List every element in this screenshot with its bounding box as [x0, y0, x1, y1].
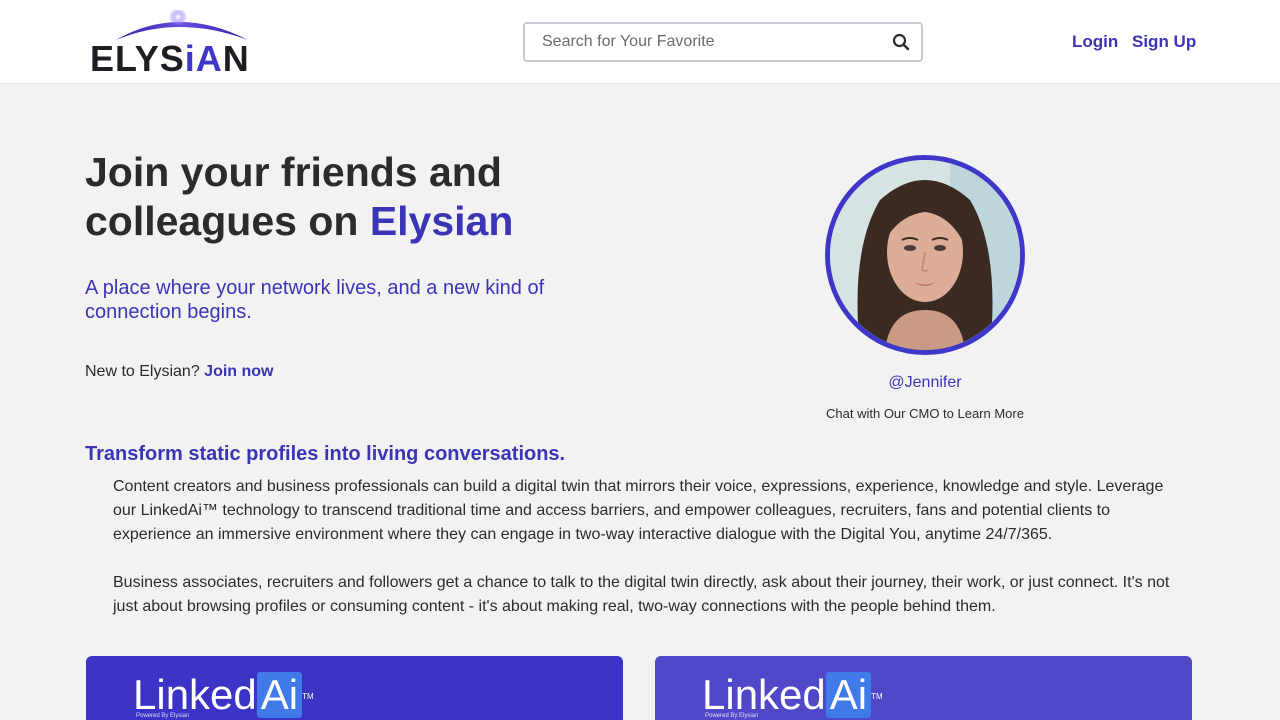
linkedai-card-2[interactable]: LinkedAi TM Powered By Elysian: [655, 656, 1192, 720]
join-prompt: New to Elysian? Join now: [85, 363, 274, 381]
powered-by-text: Powered By Elysian: [136, 713, 190, 719]
search-icon[interactable]: [889, 30, 913, 54]
logo-text-ia: iA: [184, 38, 223, 79]
elysian-logo[interactable]: ELYSiAN: [88, 10, 272, 79]
section-paragraph-2: Business associates, recruiters and foll…: [113, 574, 1170, 615]
linkedai-logo-ai: Ai: [825, 672, 872, 718]
top-header: ELYSiAN Login Sign Up: [0, 0, 1280, 84]
logo-text-start: ELYS: [90, 38, 185, 79]
section-paragraph-1: Content creators and business profession…: [113, 478, 1164, 543]
login-link[interactable]: Login: [1072, 32, 1118, 52]
powered-by-text: Powered By Elysian: [705, 713, 759, 719]
hero-title: Join your friends and colleagues on Elys…: [85, 148, 605, 246]
portrait-image: [830, 160, 1020, 350]
linkedai-logo: LinkedAi TM: [702, 672, 883, 718]
profile-handle[interactable]: @Jennifer: [825, 374, 1025, 392]
linkedai-card-1[interactable]: LinkedAi TM Powered By Elysian: [86, 656, 623, 720]
linkedai-logo-text: Linked: [133, 671, 257, 718]
logo-wordmark: ELYSiAN: [90, 38, 250, 80]
linkedai-logo-ai: Ai: [256, 672, 303, 718]
join-now-link[interactable]: Join now: [204, 363, 273, 380]
linkedai-logo: LinkedAi TM: [133, 672, 314, 718]
search-input[interactable]: [525, 24, 885, 60]
sign-up-link[interactable]: Sign Up: [1132, 32, 1196, 52]
hero-title-line2: colleagues on: [85, 198, 370, 244]
hero-title-line1: Join your friends and: [85, 149, 502, 195]
profile-caption: Chat with Our CMO to Learn More: [826, 406, 1024, 421]
join-prompt-text: New to Elysian?: [85, 363, 205, 380]
section-title: Transform static profiles into living co…: [85, 443, 566, 465]
logo-text-end: N: [222, 38, 250, 79]
trademark-mark: TM: [302, 692, 314, 701]
hero-subtitle: A place where your network lives, and a …: [85, 277, 545, 323]
cmo-avatar[interactable]: [825, 155, 1025, 355]
trademark-mark: TM: [871, 692, 883, 701]
linkedai-logo-text: Linked: [702, 671, 826, 718]
search-box: [523, 22, 923, 62]
hero-title-brand: Elysian: [369, 198, 514, 244]
